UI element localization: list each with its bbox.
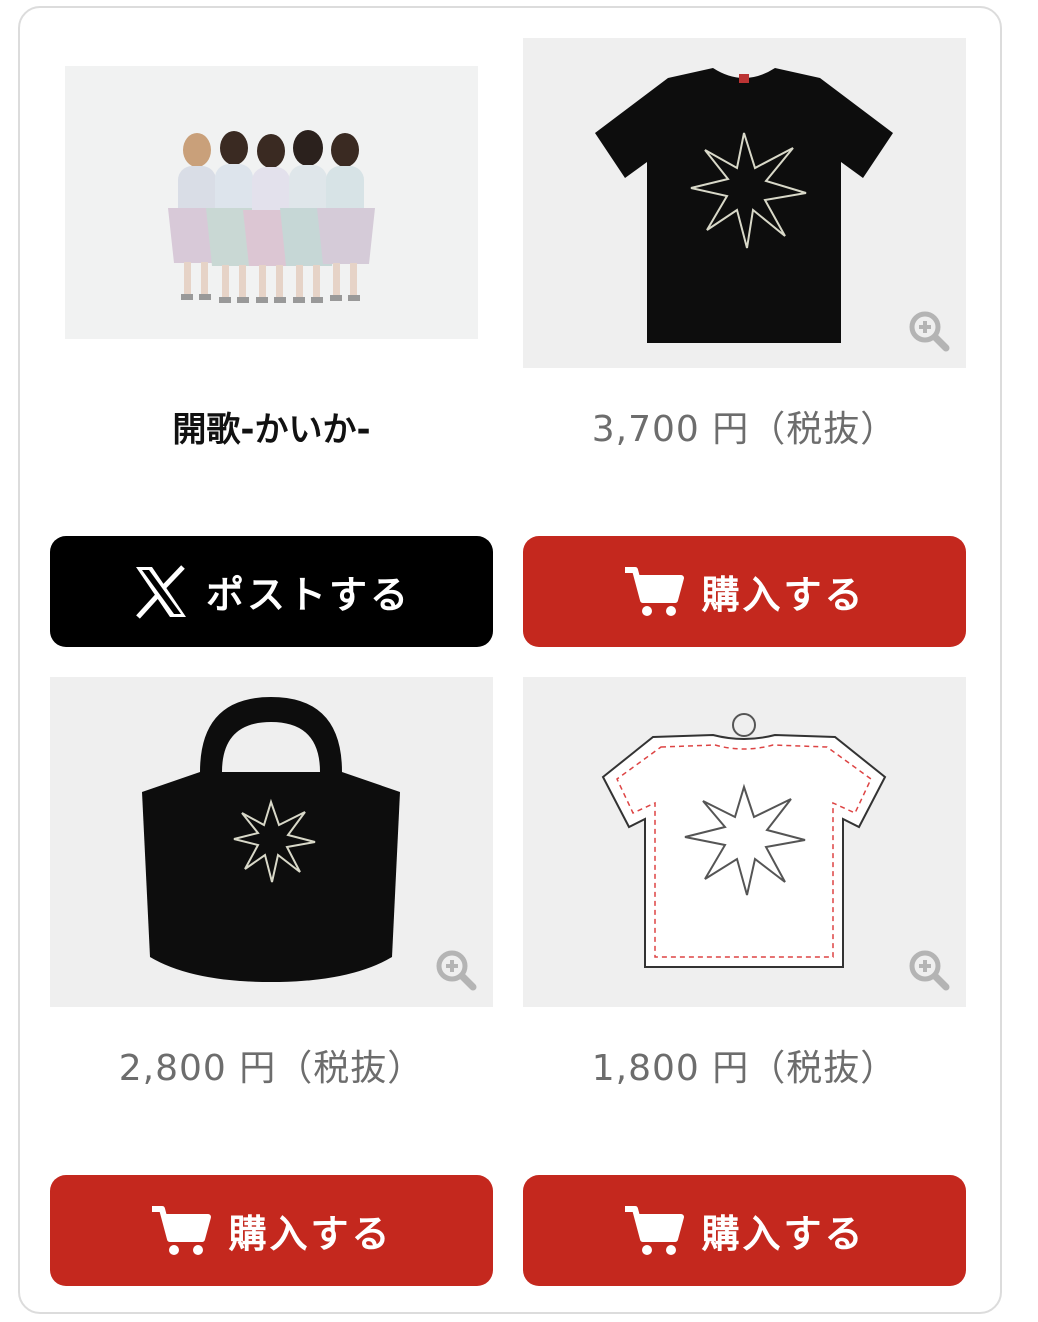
cart-icon — [625, 566, 685, 616]
keychain-image[interactable] — [523, 677, 966, 1007]
zoom-in-icon[interactable] — [906, 947, 952, 993]
tshirt-image[interactable] — [523, 38, 966, 368]
buy-button-tshirt[interactable]: 購入する — [523, 536, 966, 647]
keychain-price: 1,800 円（税抜） — [591, 1048, 898, 1089]
buy-button-label: 購入する — [228, 1212, 393, 1256]
share-post-button[interactable]: ポストする — [50, 536, 493, 647]
zoom-in-icon[interactable] — [433, 947, 479, 993]
tote-bag-image[interactable] — [50, 677, 493, 1007]
group-photo — [50, 38, 493, 368]
buy-button-tote-bag[interactable]: 購入する — [50, 1175, 493, 1286]
buy-button-label: 購入する — [701, 573, 866, 617]
buy-button-label: 購入する — [701, 1212, 866, 1256]
x-logo-icon — [135, 564, 186, 619]
share-post-label: ポストする — [205, 573, 411, 617]
zoom-in-icon[interactable] — [906, 308, 952, 354]
cart-icon — [152, 1205, 212, 1255]
cart-icon — [625, 1205, 685, 1255]
tote-bag-price: 2,800 円（税抜） — [118, 1048, 425, 1089]
artist-name: 開歌-かいか- — [172, 410, 371, 450]
buy-button-keychain[interactable]: 購入する — [523, 1175, 966, 1286]
tshirt-price: 3,700 円（税抜） — [591, 409, 898, 450]
